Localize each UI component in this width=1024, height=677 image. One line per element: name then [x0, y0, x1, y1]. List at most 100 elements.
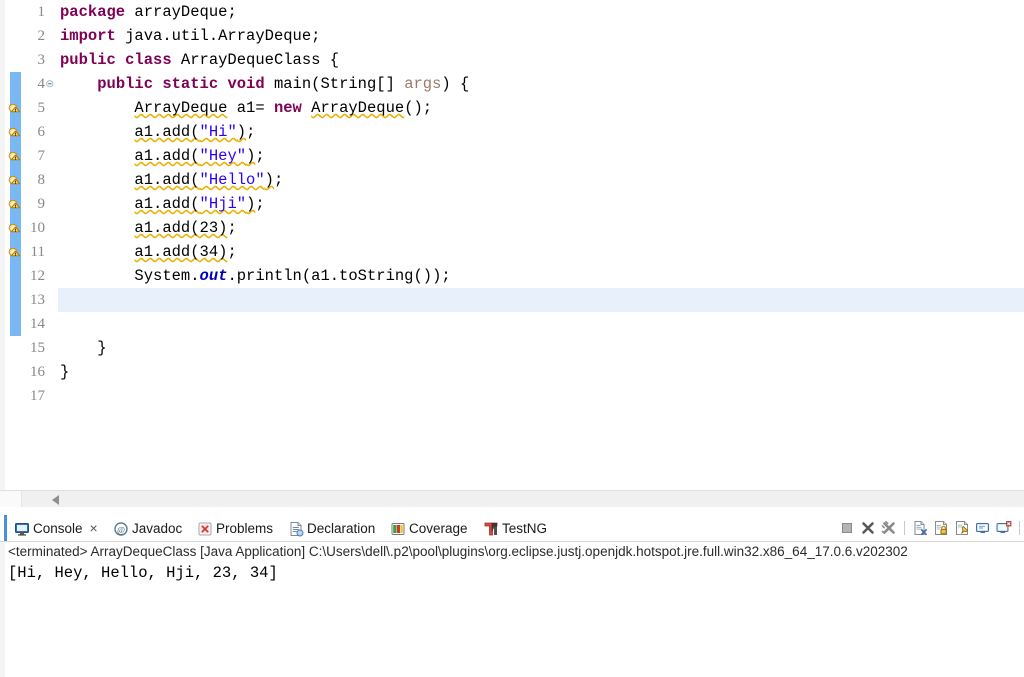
remove-launch-button[interactable]	[860, 520, 876, 536]
code-line[interactable]: ArrayDeque a1= new ArrayDeque();	[58, 96, 1024, 120]
warning-icon[interactable]	[7, 125, 21, 139]
code-token: new	[273, 99, 302, 117]
code-line[interactable]: import java.util.ArrayDeque;	[58, 24, 1024, 48]
close-icon[interactable]: ×	[90, 521, 98, 535]
code-token: public class	[60, 51, 172, 69]
code-token: ArrayDeque	[311, 99, 405, 117]
declaration-icon	[288, 521, 304, 536]
tab-coverage[interactable]: Coverage	[383, 515, 475, 541]
java-source-editor[interactable]: 1 2 3 4 5 6 7 8 9 10 11 12 13 14 15 16 17 package arrayD…	[0, 0, 1024, 490]
code-token: a1.add(	[134, 147, 200, 165]
code-token: .println(a1.toString());	[227, 267, 451, 285]
code-line[interactable]: System.out.println(a1.toString());	[58, 264, 1024, 288]
scroll-left-arrow-icon[interactable]	[52, 495, 59, 505]
code-line[interactable]: a1.add("Hi");	[58, 120, 1024, 144]
annotation-ruler[interactable]	[5, 0, 26, 490]
tab-label: Javadoc	[132, 520, 183, 536]
code-token: "Hey"	[199, 147, 247, 165]
warning-icon[interactable]	[7, 221, 21, 235]
line-number: 17	[30, 388, 45, 404]
line-number: 7	[37, 148, 46, 164]
code-token: a1.add(	[134, 123, 200, 141]
warning-icon[interactable]	[7, 197, 21, 211]
tab-testng[interactable]: TestNG	[476, 515, 554, 541]
warning-icon[interactable]	[7, 173, 21, 187]
code-line[interactable]	[58, 312, 1024, 336]
code-token: System.	[60, 267, 200, 285]
tab-console[interactable]: Console ×	[4, 515, 105, 541]
warning-icon[interactable]	[7, 245, 21, 259]
code-line[interactable]	[58, 384, 1024, 408]
code-token: ;	[227, 243, 237, 261]
tab-problems[interactable]: Problems	[190, 515, 280, 541]
code-token: )	[264, 171, 274, 189]
scroll-lock-button[interactable]	[933, 520, 949, 536]
code-token: ArrayDeque	[134, 99, 228, 117]
code-token: ();	[404, 99, 433, 117]
warning-icon[interactable]	[7, 149, 21, 163]
fold-collapse-icon[interactable]	[46, 78, 57, 89]
pin-console-button[interactable]	[954, 520, 970, 536]
code-token: }	[60, 339, 107, 357]
line-number: 2	[37, 28, 46, 44]
code-line[interactable]: a1.add("Hello");	[58, 168, 1024, 192]
code-token: a1=	[227, 99, 274, 117]
code-token: a1.add(	[134, 195, 200, 213]
console-output-area[interactable]: <terminated> ArrayDequeClass [Java Appli…	[0, 542, 1024, 677]
code-token: java.util.ArrayDeque;	[115, 27, 321, 45]
tab-label: Console	[33, 520, 83, 536]
code-token: )	[236, 123, 247, 141]
line-number: 6	[37, 124, 46, 140]
tab-label: Coverage	[409, 520, 468, 536]
code-token: ;	[273, 171, 284, 189]
code-token: out	[199, 267, 228, 285]
code-line[interactable]: a1.add(23);	[58, 216, 1024, 240]
coverage-icon	[390, 521, 405, 536]
warning-icon[interactable]	[7, 101, 21, 115]
terminate-button[interactable]	[839, 520, 855, 536]
display-selected-console-button[interactable]	[975, 520, 991, 536]
scrollbar-corner	[0, 491, 22, 508]
code-token: "Hji"	[199, 195, 247, 213]
code-line[interactable]: a1.add(34);	[58, 240, 1024, 264]
code-token: ;	[255, 195, 265, 213]
code-line[interactable]: public class ArrayDequeClass {	[58, 48, 1024, 72]
tab-declaration[interactable]: Declaration	[281, 515, 382, 541]
code-line[interactable]: }	[58, 336, 1024, 360]
folding-ruler[interactable]	[45, 0, 59, 490]
console-launch-header: <terminated> ArrayDequeClass [Java Appli…	[8, 544, 908, 559]
problems-icon	[197, 521, 212, 536]
code-line[interactable]	[58, 288, 1024, 312]
open-console-button[interactable]	[996, 520, 1012, 536]
clear-console-button[interactable]	[912, 520, 928, 536]
panel-divider[interactable]	[0, 507, 1024, 515]
code-token: ;	[255, 147, 265, 165]
code-line[interactable]: a1.add("Hji");	[58, 192, 1024, 216]
editor-text-canvas[interactable]: package arrayDeque; import java.util.Arra…	[58, 0, 1024, 490]
line-number: 11	[30, 244, 45, 260]
code-line[interactable]: a1.add("Hey");	[58, 144, 1024, 168]
line-number-ruler: 1 2 3 4 5 6 7 8 9 10 11 12 13 14 15 16 17	[21, 0, 45, 490]
editor-horizontal-scrollbar[interactable]	[0, 490, 1024, 508]
code-line[interactable]: package arrayDeque;	[58, 0, 1024, 24]
code-token: arrayDeque;	[125, 3, 237, 21]
code-token: a1.add(34)	[134, 243, 228, 261]
tab-javadoc[interactable]: @ Javadoc	[106, 515, 189, 541]
code-token: args	[404, 75, 442, 93]
code-line[interactable]: public static void main(String[] args) {	[58, 72, 1024, 96]
remove-all-terminated-button[interactable]	[881, 520, 897, 536]
javadoc-icon: @	[113, 521, 128, 536]
tab-label: TestNG	[502, 520, 548, 536]
code-line[interactable]: }	[58, 360, 1024, 384]
console-icon	[14, 521, 29, 536]
code-token: main(String[]	[264, 75, 405, 93]
